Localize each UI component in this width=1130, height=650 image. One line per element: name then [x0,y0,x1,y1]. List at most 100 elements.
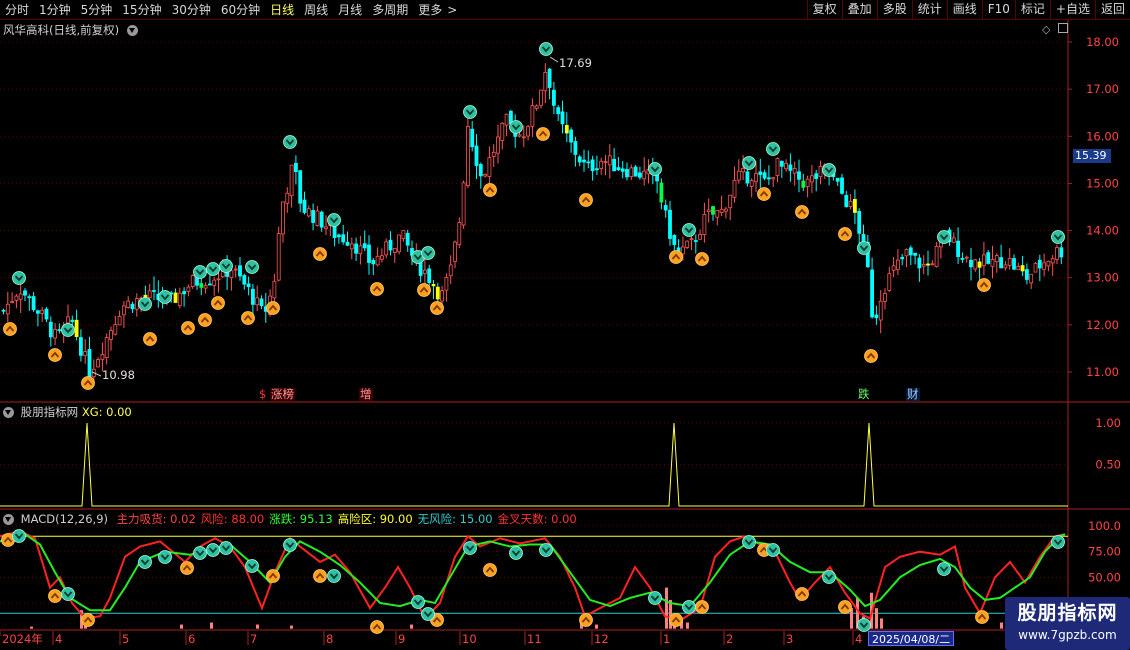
month-label: 6 [188,632,195,646]
candle-body [797,171,801,180]
chevron-down-icon[interactable] [3,407,14,418]
candle-body [36,310,40,314]
candle-body [887,273,892,291]
sell-signal-icon [158,290,172,304]
candle-body [1059,247,1064,258]
candle-body [212,279,217,286]
price-tick-label: 16.00 [1086,129,1119,143]
event-marker[interactable]: $ [258,388,267,401]
accumulation-bar [1000,622,1003,629]
accumulation-bar [410,624,413,629]
candle-body [371,260,376,265]
candle-body [848,200,853,207]
candle-body [298,170,303,204]
event-marker[interactable]: 增 [359,388,373,401]
candle-body [336,234,341,238]
candle-body [908,247,913,256]
candle-body [126,300,131,308]
accumulation-bar [180,624,183,629]
main-chart-title-bar: 风华高科(日线,前复权) [3,22,138,38]
candle-body [306,208,311,217]
high-pointer [549,56,559,63]
candle-body [874,314,879,319]
candle-body [973,259,978,270]
event-marker[interactable]: 涨榜 [270,388,295,401]
candle-body [603,161,608,163]
indicator1-name: 股朋指标网 [20,405,79,419]
watermark-title: 股朋指标网 [1017,602,1118,624]
candle-body [552,89,556,106]
candle-body [379,255,384,260]
candle-body [934,245,939,267]
candle-body [23,290,27,296]
sell-signal-circle [648,162,662,176]
buy-signal-icon [266,569,280,583]
indicator2-item: 金叉天数: 0.00 [497,512,577,526]
candle-body [607,155,612,166]
candle-body [255,297,260,306]
sell-signal-icon [193,265,207,279]
candle-body [465,125,470,187]
sell-signal-circle [822,163,836,177]
buy-signal-icon [370,620,384,634]
buy-signal-icon [48,348,62,362]
candle-body [964,256,969,259]
candle-body [130,303,135,310]
candle-body [745,171,750,184]
candle-body [122,305,126,316]
buy-signal-circle [757,187,771,201]
accumulation-bar [210,622,213,629]
sell-signal-icon [463,105,477,119]
candle-body [440,290,445,302]
candle-body [736,170,741,181]
candle-body [994,255,999,263]
sell-signal-icon [766,543,780,557]
sell-signal-circle [219,541,233,555]
candle-body [784,162,788,170]
candle-body [349,243,354,250]
candle-body [427,268,432,283]
sell-signal-circle [327,213,341,227]
candle-body [100,354,105,360]
month-label: 10 [462,632,477,646]
ind2-tick-label: 50.00 [1088,570,1121,584]
sell-signal-circle [411,595,425,609]
candle-body [1,309,6,312]
stock-chart-canvas[interactable]: 18.0017.0016.0015.0014.0013.0012.0011.00… [0,0,1130,650]
candle-body [53,328,57,339]
diamond-icon[interactable]: ◇ [1042,23,1050,36]
buy-signal-circle [313,569,327,583]
candle-body [143,294,148,298]
sell-signal-circle [539,543,553,557]
sell-signal-icon [539,42,553,56]
candle-body [341,234,346,243]
buy-signal-icon [417,283,431,297]
candle-body [96,359,100,368]
chevron-down-icon[interactable] [126,25,138,36]
buy-signal-circle [48,348,62,362]
chevron-down-icon[interactable] [3,514,14,525]
buy-signal-circle [370,282,384,296]
sell-signal-icon [648,591,662,605]
accumulation-bar [595,624,598,629]
candle-body [358,245,363,255]
sell-signal-icon [509,120,523,134]
sell-signal-circle [421,246,435,260]
square-icon[interactable] [1058,23,1068,33]
candle-body [134,298,139,310]
candle-body [805,178,810,187]
sell-signal-icon [766,142,780,156]
buy-signal-icon [370,282,384,296]
candle-body [431,283,436,287]
event-marker[interactable]: 跌 [857,388,871,401]
candle-body [706,209,711,213]
candle-body [474,145,479,166]
buy-signal-icon [430,301,444,315]
event-marker[interactable]: 财 [906,388,920,401]
buy-signal-circle [266,301,280,315]
candle-body [629,167,634,178]
buy-signal-circle [430,301,444,315]
candle-body [315,210,320,226]
candle-body [1012,258,1016,270]
xg-value: 0.00 [106,405,132,419]
